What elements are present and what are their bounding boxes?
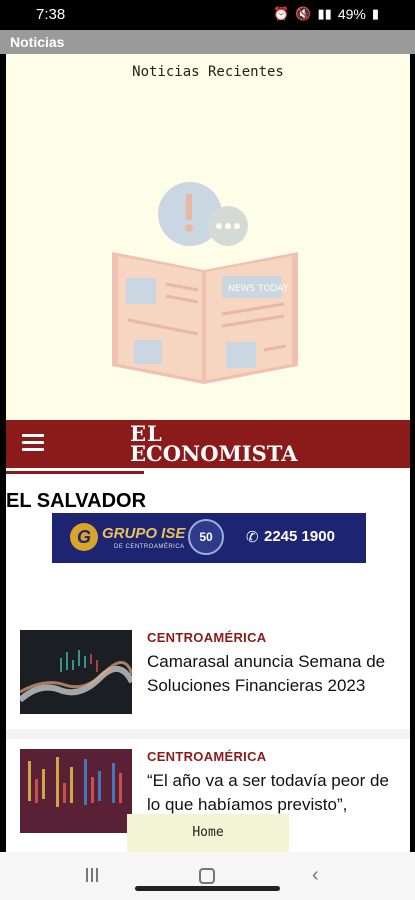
app-bar-title: Noticias bbox=[10, 34, 65, 50]
ad-banner[interactable]: G GRUPO ISE DE CENTROAMÉRICA 50 ✆ 2245 1… bbox=[52, 513, 366, 563]
hamburger-icon[interactable] bbox=[22, 434, 44, 452]
article-category[interactable]: CENTROAMÉRICA bbox=[147, 749, 266, 764]
article-title[interactable]: Camarasal anuncia Semana de Soluciones F… bbox=[147, 650, 402, 698]
phone-icon: ✆ bbox=[246, 529, 259, 546]
article-item[interactable]: CENTROAMÉRICA Camarasal anuncia Semana d… bbox=[20, 630, 400, 730]
ad-brand-sub: DE CENTROAMÉRICA bbox=[114, 544, 185, 550]
newspaper-headline: NEWS TODAY bbox=[228, 284, 289, 294]
gesture-pill bbox=[135, 886, 280, 891]
ad-phone: 2245 1900 bbox=[264, 528, 335, 545]
anniversary-badge-icon: 50 bbox=[188, 519, 224, 555]
recents-icon[interactable] bbox=[86, 868, 102, 884]
hero-section: Noticias Recientes NEWS TODAY bbox=[6, 54, 410, 420]
app-bar: Noticias bbox=[0, 30, 415, 54]
article-title[interactable]: “El año va a ser todavía peor de lo que … bbox=[147, 769, 402, 817]
article-thumbnail[interactable] bbox=[20, 749, 132, 833]
webview-content[interactable]: Noticias Recientes NEWS TODAY EL ECONOMI… bbox=[6, 54, 410, 852]
article-thumbnail[interactable] bbox=[20, 630, 132, 714]
status-icons: ⏰ 🔇 ▮▮ 49% ▮ bbox=[273, 6, 379, 22]
section-title: EL SALVADOR bbox=[6, 490, 147, 512]
section-underline bbox=[6, 471, 144, 474]
signal-icon: ▮▮ bbox=[317, 6, 332, 21]
newspaper-reader-illustration: NEWS TODAY bbox=[112, 182, 298, 384]
status-time: 7:38 bbox=[36, 6, 66, 23]
home-button[interactable]: Home bbox=[127, 814, 289, 852]
article-divider bbox=[6, 729, 410, 739]
system-nav-bar: ‹ bbox=[0, 852, 415, 900]
grupo-ise-logo-icon: G bbox=[70, 523, 98, 551]
hero-title: Noticias Recientes bbox=[132, 64, 284, 80]
logo-line2: ECONOMISTA bbox=[130, 441, 298, 466]
article-category[interactable]: CENTROAMÉRICA bbox=[147, 630, 266, 645]
back-icon[interactable]: ‹ bbox=[312, 864, 319, 887]
alarm-icon: ⏰ bbox=[273, 6, 290, 21]
mute-icon: 🔇 bbox=[295, 6, 312, 21]
site-logo[interactable]: EL ECONOMISTA bbox=[130, 423, 298, 466]
battery-icon: ▮ bbox=[371, 6, 379, 21]
battery-percentage: 49% bbox=[337, 6, 366, 22]
status-bar: 7:38 ⏰ 🔇 ▮▮ 49% ▮ bbox=[0, 0, 415, 30]
ad-brand: GRUPO ISE bbox=[102, 525, 186, 542]
home-icon[interactable] bbox=[199, 868, 215, 884]
site-header: EL ECONOMISTA bbox=[6, 420, 410, 468]
